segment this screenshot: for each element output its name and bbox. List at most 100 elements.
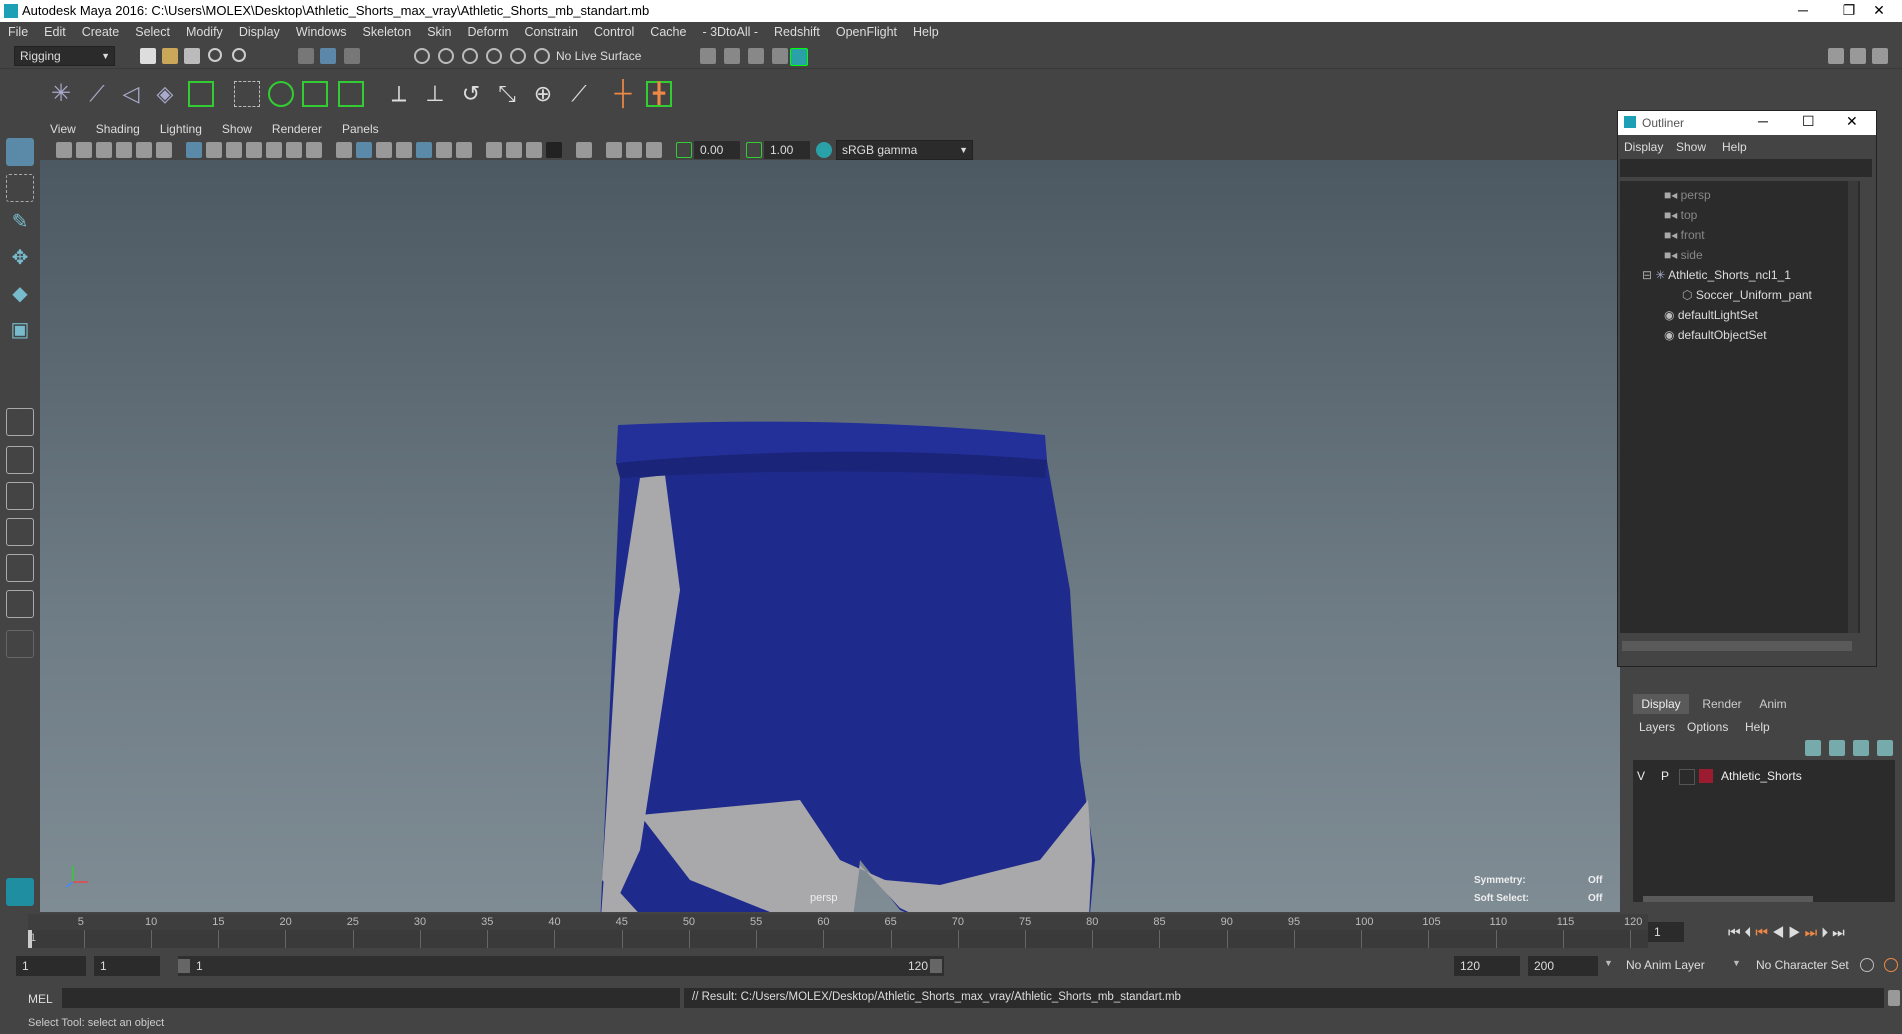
screen-space-ao-icon[interactable] <box>486 142 502 158</box>
wireframe-icon[interactable] <box>336 142 352 158</box>
animation-start-field[interactable]: 1 <box>16 956 86 976</box>
outliner-item-side[interactable]: ■◂ side <box>1664 245 1703 265</box>
menu-edit[interactable]: Edit <box>36 22 74 39</box>
layer-tab-anim[interactable]: Anim <box>1751 694 1795 714</box>
character-set-dropdown[interactable]: No Character Set <box>1756 958 1849 972</box>
pole-vector-icon[interactable]: ⟋ <box>566 81 592 107</box>
outliner-item-soccer-uniform-pant[interactable]: ⬡ Soccer_Uniform_pant <box>1682 285 1812 305</box>
layer-color-swatch[interactable] <box>1699 769 1713 783</box>
animation-preferences-icon[interactable] <box>1884 958 1898 972</box>
menu-control[interactable]: Control <box>586 22 642 39</box>
cluster-icon[interactable] <box>338 81 364 107</box>
default-material-icon[interactable] <box>376 142 392 158</box>
persp-hypershade-layout-icon[interactable] <box>6 554 34 582</box>
ik-handle-icon[interactable]: ⟋ <box>84 81 110 107</box>
new-empty-layer-icon[interactable] <box>1853 740 1869 756</box>
persp-graph-layout-icon[interactable] <box>6 518 34 546</box>
undo-icon[interactable] <box>208 48 222 62</box>
current-frame-field[interactable]: 1 <box>1648 922 1684 942</box>
field-chart-icon[interactable] <box>266 142 282 158</box>
go-to-end-button[interactable]: ⏭ <box>1832 924 1845 940</box>
isolate-select-icon[interactable] <box>576 142 592 158</box>
locator-icon[interactable]: ┼ <box>610 81 636 107</box>
rotate-tool-icon[interactable]: ◆ <box>6 280 34 308</box>
parent-constraint-icon[interactable]: ⟂ <box>386 81 412 107</box>
layout-icon[interactable] <box>1828 48 1844 64</box>
outliner-item-front[interactable]: ■◂ front <box>1664 225 1705 245</box>
menu-redshift[interactable]: Redshift <box>766 22 828 39</box>
outliner-item-persp[interactable]: ■◂ persp <box>1664 185 1711 205</box>
outliner-search-field[interactable] <box>1620 159 1872 177</box>
custom-layout-icon[interactable] <box>6 630 34 658</box>
menu-constrain[interactable]: Constrain <box>517 22 587 39</box>
chevron-down-icon[interactable]: ▼ <box>1604 958 1613 968</box>
range-start-handle[interactable] <box>178 959 190 973</box>
lattice-icon[interactable] <box>302 81 328 107</box>
playback-start-field[interactable]: 1 <box>94 956 160 976</box>
menu-display[interactable]: Display <box>231 22 288 39</box>
toggle-channel-box-icon[interactable] <box>1872 48 1888 64</box>
move-layer-up-icon[interactable] <box>1805 740 1821 756</box>
camera-attributes-icon[interactable] <box>76 142 92 158</box>
snap-live-icon[interactable] <box>510 48 526 64</box>
color-management-icon[interactable] <box>816 142 832 158</box>
xray-joints-icon[interactable] <box>626 142 642 158</box>
menu-deform[interactable]: Deform <box>460 22 517 39</box>
grid-icon[interactable] <box>186 142 202 158</box>
hypershade-icon[interactable] <box>790 48 808 66</box>
orient-joint-icon[interactable] <box>188 81 214 107</box>
single-perspective-layout-icon[interactable] <box>6 408 34 436</box>
redo-icon[interactable] <box>232 48 246 62</box>
menu-skin[interactable]: Skin <box>419 22 459 39</box>
wireframe-on-shaded-icon[interactable] <box>396 142 412 158</box>
layer-menu-layers[interactable]: Layers <box>1639 720 1675 734</box>
viewport-menu-view[interactable]: View <box>40 120 86 136</box>
lasso-tool-icon[interactable] <box>6 174 34 202</box>
step-forward-frame-button[interactable]: ⏵ <box>1821 924 1828 940</box>
insert-joint-icon[interactable]: ◈ <box>152 81 178 107</box>
render-frame-icon[interactable] <box>724 48 740 64</box>
freeze-transform-icon[interactable]: ╋ <box>646 81 672 107</box>
point-constraint-icon[interactable]: ⊥ <box>422 81 448 107</box>
menu-skeleton[interactable]: Skeleton <box>355 22 420 39</box>
move-layer-down-icon[interactable] <box>1829 740 1845 756</box>
anim-layer-dropdown[interactable]: No Anim Layer <box>1626 958 1705 972</box>
snap-surface-icon[interactable] <box>534 48 550 64</box>
layer-tab-display[interactable]: Display <box>1633 694 1689 714</box>
orient-constraint-icon[interactable]: ↺ <box>458 81 484 107</box>
viewport-menu-shading[interactable]: Shading <box>86 120 150 136</box>
shadows-icon[interactable] <box>456 142 472 158</box>
collapse-icon[interactable]: ⊟ <box>1642 268 1655 282</box>
range-end-handle[interactable] <box>930 959 942 973</box>
camera-icon[interactable] <box>56 142 72 158</box>
select-object-icon[interactable] <box>320 48 336 64</box>
grease-pencil-icon[interactable] <box>156 142 172 158</box>
viewport-menu-renderer[interactable]: Renderer <box>262 120 332 136</box>
script-language-label[interactable]: MEL <box>28 992 53 1006</box>
layer-name[interactable]: Athletic_Shorts <box>1721 769 1802 783</box>
scale-constraint-icon[interactable]: ⤡ <box>494 81 520 107</box>
layer-visibility-toggle[interactable]: V <box>1637 769 1645 783</box>
play-forwards-button[interactable]: ▶ <box>1788 924 1801 940</box>
safe-title-icon[interactable] <box>306 142 322 158</box>
multisample-aa-icon[interactable] <box>526 142 542 158</box>
menu-create[interactable]: Create <box>74 22 128 39</box>
layer-menu-options[interactable]: Options <box>1687 720 1728 734</box>
outliner-item-athletic-shorts-group[interactable]: ⊟ ✳ Athletic_Shorts_ncl1_1 <box>1642 265 1791 285</box>
menu-cache[interactable]: Cache <box>642 22 694 39</box>
scale-tool-icon[interactable]: ▣ <box>6 316 34 344</box>
outliner-titlebar[interactable]: Outliner ─ ☐ ✕ <box>1618 111 1876 135</box>
layer-row-athletic-shorts[interactable]: V P Athletic_Shorts <box>1633 766 1895 786</box>
new-scene-icon[interactable] <box>140 48 156 64</box>
minimize-button[interactable]: ─ <box>1780 0 1826 22</box>
playback-end-field[interactable]: 120 <box>1454 956 1520 976</box>
paint-weights-icon[interactable] <box>268 81 294 107</box>
exposure-icon[interactable] <box>676 142 692 158</box>
bookmark-icon[interactable] <box>96 142 112 158</box>
save-scene-icon[interactable] <box>184 48 200 64</box>
render-view-icon[interactable] <box>772 48 788 64</box>
viewport-menu-lighting[interactable]: Lighting <box>150 120 212 136</box>
layer-display-type-toggle[interactable] <box>1679 769 1695 785</box>
snap-view-plane-icon[interactable] <box>486 48 502 64</box>
step-back-key-button[interactable]: ⏮ <box>1755 924 1768 940</box>
